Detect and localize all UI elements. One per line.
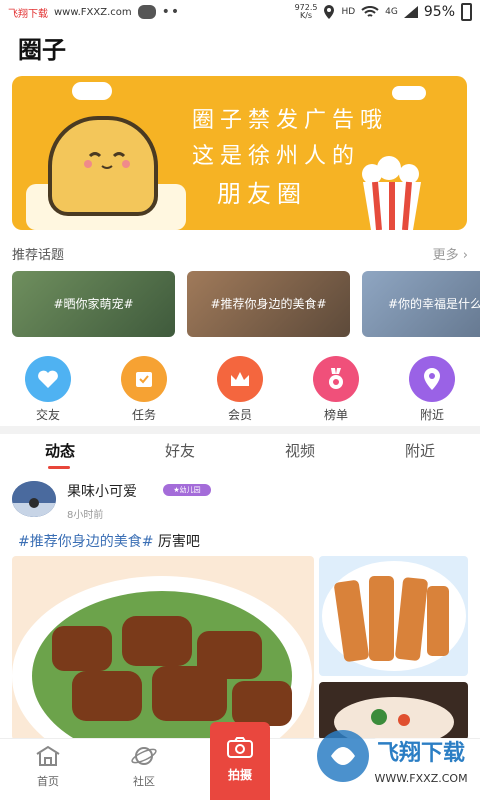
active-tab-indicator [48, 466, 70, 469]
quick-menu-vip[interactable]: 会员 [200, 356, 280, 423]
announcement-banner[interactable]: 圈子禁发广告哦 这是徐州人的 朋友圈 [12, 76, 467, 230]
quick-menu-label: 附近 [419, 408, 444, 422]
planet-icon [131, 747, 157, 765]
nav-home[interactable]: 首页 [8, 745, 88, 789]
medal-icon [313, 356, 359, 402]
page-title: 圈子 [18, 36, 66, 64]
post-username[interactable]: 果味小可爱 [67, 481, 137, 501]
status-brand: 飞翔下载 [8, 8, 48, 20]
topic-card-pets[interactable]: #晒你家萌宠# [12, 271, 175, 337]
post-hashtag[interactable]: #推荐你身边的美食# [18, 534, 153, 550]
tab-feed[interactable]: 动态 [20, 440, 100, 461]
quick-menu-label: 交友 [35, 408, 60, 422]
post-photo-main[interactable] [12, 556, 314, 740]
topic-card-food[interactable]: #推荐你身边的美食# [187, 271, 350, 337]
heart-icon [25, 356, 71, 402]
location-icon [409, 356, 455, 402]
post-text: 厉害吧 [153, 534, 200, 550]
quick-menu-tasks[interactable]: 任务 [104, 356, 184, 423]
topic-card-happiness[interactable]: #你的幸福是什么 [362, 271, 480, 337]
banner-line-1: 圈子禁发广告哦 [192, 108, 389, 133]
signal-icon [403, 6, 418, 18]
user-level-badge: ★幼儿园 [163, 484, 211, 496]
crown-icon [217, 356, 263, 402]
app-screen: 飞翔下载 www.FXXZ.com •• 972.5 K/s HD 4G 95%… [0, 0, 480, 800]
status-url: www.FXXZ.com [54, 6, 132, 18]
tab-nearby[interactable]: 附近 [380, 440, 460, 461]
topics-header: 推荐话题 更多 › [12, 244, 468, 263]
avatar[interactable] [12, 481, 56, 517]
network-type: 4G [385, 7, 398, 17]
quick-menu-label: 榜单 [323, 408, 348, 422]
topics-title: 推荐话题 [12, 248, 65, 263]
nav-label: 社区 [133, 775, 155, 788]
mascot-face [84, 152, 130, 169]
more-dots-icon: •• [161, 4, 181, 20]
quick-menu-ranking[interactable]: 榜单 [296, 356, 376, 423]
camera-icon [227, 737, 253, 758]
post-time: 8小时前 [67, 510, 104, 521]
topics-carousel[interactable]: #晒你家萌宠# #推荐你身边的美食# #你的幸福是什么 [12, 271, 480, 337]
task-icon [121, 356, 167, 402]
site-watermark: 飞翔下载 WWW.FXXZ.COM [313, 716, 473, 796]
nav-label: 首页 [37, 775, 59, 788]
shoot-label: 拍摄 [227, 768, 252, 782]
home-icon [36, 745, 60, 766]
banner-line-2: 这是徐州人的 [192, 144, 361, 169]
tab-video[interactable]: 视频 [260, 440, 340, 461]
post-photo-2[interactable] [319, 556, 468, 676]
feed-tabs: 动态 好友 视频 附近 [0, 440, 480, 470]
more-topics-link[interactable]: 更多 › [433, 244, 468, 263]
net-speed: 972.5 K/s [294, 3, 318, 20]
battery-percent: 95% [423, 4, 455, 20]
shoot-button[interactable]: 拍摄 [210, 722, 270, 800]
topic-label: #晒你家萌宠# [53, 297, 134, 311]
wifi-icon [361, 5, 379, 17]
location-status-icon [324, 5, 335, 19]
quick-menu-label: 任务 [131, 408, 156, 422]
nav-community[interactable]: 社区 [104, 745, 184, 789]
status-bar: 飞翔下载 www.FXXZ.com •• 972.5 K/s HD 4G 95% [0, 0, 480, 24]
section-divider [0, 426, 480, 434]
battery-icon [461, 3, 472, 21]
watermark-text: 飞翔下载 [377, 740, 465, 766]
watermark-url: WWW.FXXZ.COM [374, 772, 467, 785]
quick-menu: 交友 任务 会员 榜单 附近 [0, 356, 480, 423]
topic-label: #你的幸福是什么 [388, 297, 480, 311]
quick-menu-label: 会员 [227, 408, 252, 422]
quick-menu-friends[interactable]: 交友 [8, 356, 88, 423]
tab-friends[interactable]: 好友 [140, 440, 220, 461]
topic-label: #推荐你身边的美食# [210, 297, 327, 311]
quick-menu-nearby[interactable]: 附近 [392, 356, 472, 423]
hd-indicator: HD [341, 7, 356, 17]
banner-line-3: 朋友圈 [217, 180, 307, 208]
wechat-icon [137, 5, 156, 19]
cloud-decoration [72, 82, 112, 100]
cloud-decoration [392, 86, 426, 100]
popcorn-icon [362, 156, 421, 230]
post-content: #推荐你身边的美食# 厉害吧 [18, 531, 200, 551]
